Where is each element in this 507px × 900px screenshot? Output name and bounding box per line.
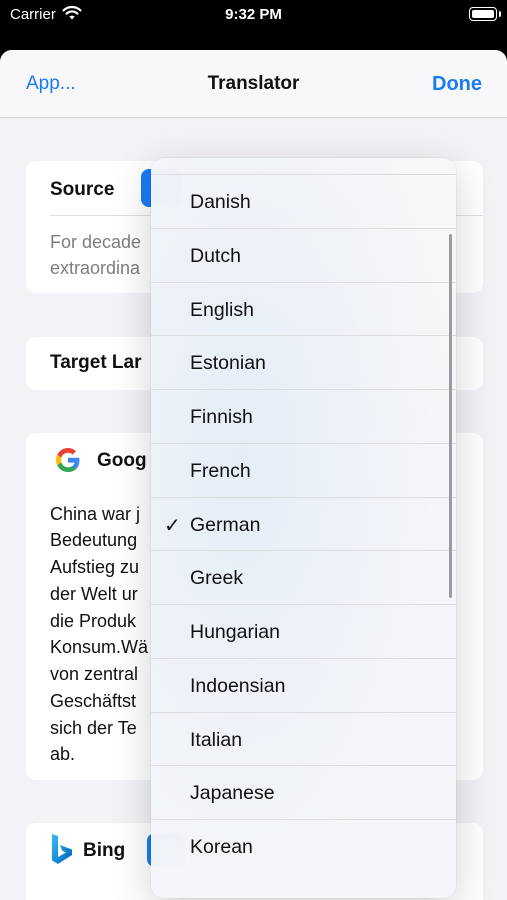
menu-item-japanese[interactable]: Japanese (151, 765, 456, 819)
menu-item-label: Indoensian (190, 675, 286, 697)
translation-line: Geschäftst (50, 691, 137, 711)
menu-item-label: Korean (190, 836, 253, 858)
status-bar: Carrier 9:32 PM (0, 0, 507, 36)
translation-line: ab. (50, 744, 76, 764)
menu-item-indoensian[interactable]: Indoensian (151, 658, 456, 712)
translation-line: Bedeutung (50, 530, 138, 550)
menu-item-dutch[interactable]: Dutch (151, 228, 456, 282)
menu-item-korean[interactable]: Korean (151, 819, 456, 873)
translation-line: die Produk (50, 611, 137, 631)
language-menu: Danish Dutch English Estonian Finnish Fr… (151, 158, 456, 898)
menu-item-label: Greek (190, 567, 244, 589)
status-time: 9:32 PM (225, 6, 282, 23)
google-label: Goog (97, 450, 147, 471)
menu-item-label: Finnish (190, 406, 253, 428)
menu-item-english[interactable]: English (151, 282, 456, 336)
source-text-line[interactable]: extraordina (50, 256, 140, 280)
source-label: Source (50, 179, 115, 200)
menu-item-label: Dutch (190, 245, 241, 267)
source-text-line[interactable]: For decade (50, 230, 141, 254)
battery-icon (469, 7, 501, 21)
menu-item-greek[interactable]: Greek (151, 550, 456, 604)
menu-item-label: German (190, 514, 261, 536)
bing-label: Bing (83, 840, 126, 861)
menu-item-label: Japanese (190, 782, 275, 804)
menu-item-finnish[interactable]: Finnish (151, 389, 456, 443)
navigation-bar: App... Translator Done (0, 50, 507, 118)
menu-item-german[interactable]: ✓ German (151, 497, 456, 551)
menu-item-french[interactable]: French (151, 443, 456, 497)
google-logo-icon (56, 448, 80, 472)
menu-item-estonian[interactable]: Estonian (151, 335, 456, 389)
menu-item-label: Hungarian (190, 621, 280, 643)
translation-line: China war j (50, 504, 141, 524)
done-button[interactable]: Done (432, 73, 482, 96)
menu-item-label: French (190, 460, 251, 482)
translation-line: Konsum.Wä (50, 637, 149, 657)
target-language-label: Target Lar (50, 352, 142, 373)
translation-line: von zentral (50, 664, 139, 684)
bing-logo-icon (52, 834, 72, 864)
menu-item-danish[interactable]: Danish (151, 174, 456, 228)
menu-item-hungarian[interactable]: Hungarian (151, 604, 456, 658)
page-title: Translator (207, 73, 300, 94)
menu-item-label: English (190, 299, 254, 321)
menu-scrollbar[interactable] (449, 234, 452, 598)
menu-item-italian[interactable]: Italian (151, 712, 456, 766)
checkmark-icon: ✓ (164, 515, 181, 537)
translation-line: Aufstieg zu (50, 557, 140, 577)
menu-item-label: Italian (190, 729, 243, 751)
translation-line: sich der Te (50, 718, 137, 738)
translation-line: der Welt ur (50, 584, 138, 604)
menu-item-label: Danish (190, 191, 251, 213)
menu-item-label: Estonian (190, 352, 266, 374)
